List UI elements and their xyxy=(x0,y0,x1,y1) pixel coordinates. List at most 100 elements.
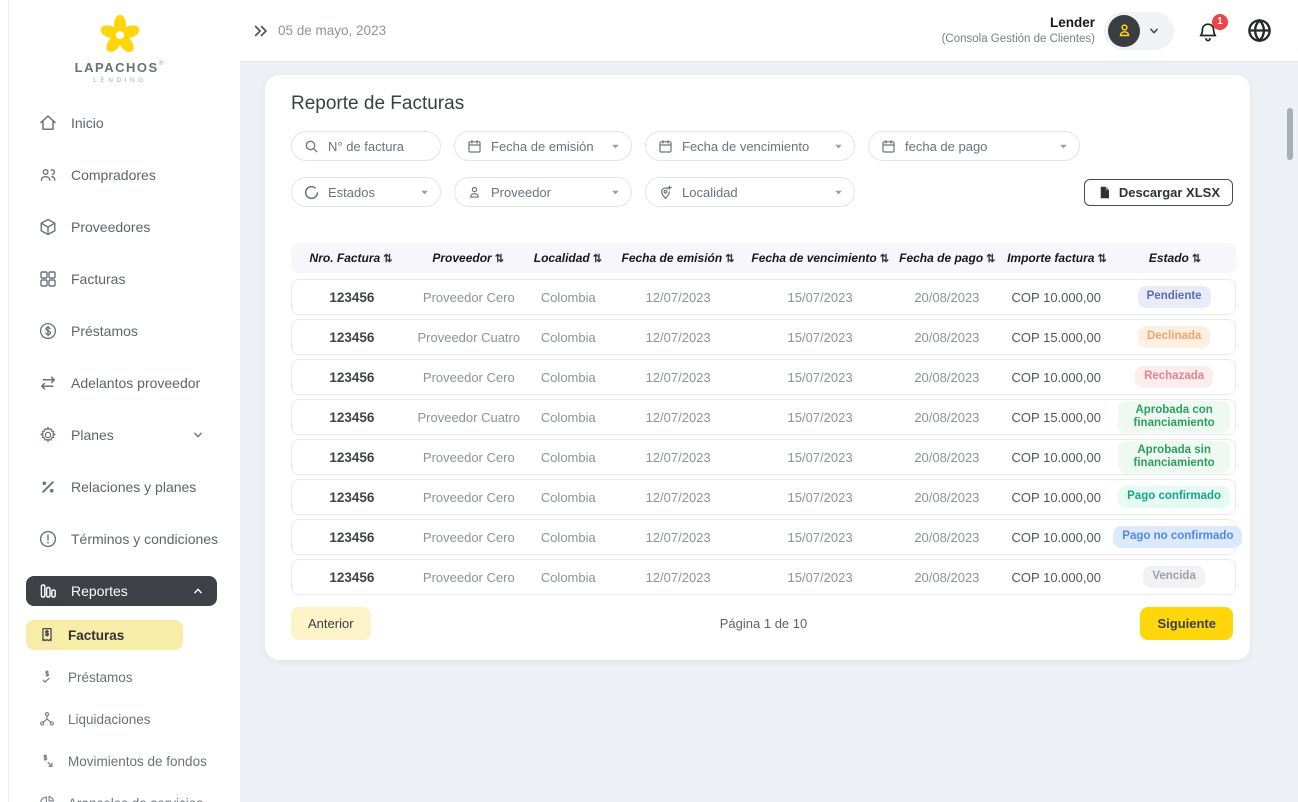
sidebar-subitem-facturas[interactable]: Facturas xyxy=(26,620,183,650)
column-header-estado[interactable]: Estado ⇅ xyxy=(1114,251,1236,265)
buyers-icon xyxy=(38,165,58,185)
table-body: 123456 Proveedor Cero Colombia 12/07/2023 15… xyxy=(291,279,1243,595)
sort-icon[interactable]: ⇅ xyxy=(880,253,889,265)
account-menu-button[interactable] xyxy=(1104,11,1174,50)
filter-estados[interactable]: Estados xyxy=(291,177,441,207)
user-info: Lender (Consola Gestión de Clientes) xyxy=(942,15,1095,46)
table-row[interactable]: 123456 Proveedor Cero Colombia 12/07/2023 15… xyxy=(291,279,1236,315)
sidebar-item-proveedores[interactable]: Proveedores xyxy=(26,212,217,242)
table-row[interactable]: 123456 Proveedor Cuatro Colombia 12/07/2023… xyxy=(291,319,1236,355)
cell-fecha-vencimiento: 15/07/2023 xyxy=(787,329,853,345)
sidebar-item-inicio[interactable]: Inicio xyxy=(26,108,217,138)
previous-page-button[interactable]: Anterior xyxy=(291,607,371,640)
table-row[interactable]: 123456 Proveedor Cero Colombia 12/07/2023 15… xyxy=(291,359,1236,395)
cell-estado: Rechazada xyxy=(1113,366,1235,388)
cell-nro: 123456 xyxy=(329,369,375,385)
gear-icon xyxy=(38,425,58,445)
sidebar-subitem-liquidaciones[interactable]: Liquidaciones xyxy=(26,704,183,734)
filter-n-de-factura[interactable] xyxy=(291,131,441,161)
sidebar-item-prestamos[interactable]: Préstamos xyxy=(26,316,217,346)
avatar xyxy=(1108,14,1140,47)
cell-fecha-emision: 12/07/2023 xyxy=(645,449,711,465)
next-page-button[interactable]: Siguiente xyxy=(1140,607,1233,640)
sidebar-item-adelantos-proveedor[interactable]: Adelantos proveedor xyxy=(26,368,217,398)
cell-localidad: Colombia xyxy=(540,369,596,385)
column-header-nro-factura[interactable]: Nro. Factura ⇅ xyxy=(291,251,411,265)
cell-fecha-pago: 20/08/2023 xyxy=(914,449,980,465)
sidebar-item-compradores[interactable]: Compradores xyxy=(26,160,217,190)
sidebar-subitem-prestamos[interactable]: Préstamos xyxy=(26,662,183,692)
cell-fecha-emision: 12/07/2023 xyxy=(645,569,711,585)
cell-fecha-pago: 20/08/2023 xyxy=(914,369,980,385)
swap-arrows-icon xyxy=(38,373,58,393)
sidebar-item-relaciones-y-planes[interactable]: Relaciones y planes xyxy=(26,472,217,502)
cell-fecha-vencimiento: 15/07/2023 xyxy=(787,569,853,585)
cell-nro: 123456 xyxy=(329,489,375,505)
sidebar-item-reportes[interactable]: Reportes xyxy=(26,576,217,606)
cell-proveedor: Proveedor Cero xyxy=(422,449,515,465)
cell-proveedor: Proveedor Cuatro xyxy=(417,329,521,345)
table-row[interactable]: 123456 Proveedor Cero Colombia 12/07/2023 15… xyxy=(291,479,1236,515)
language-globe-button[interactable] xyxy=(1246,17,1273,44)
cell-nro: 123456 xyxy=(329,329,375,345)
cell-fecha-vencimiento: 15/07/2023 xyxy=(787,489,853,505)
window-edge-line xyxy=(8,0,9,802)
sort-icon[interactable]: ⇅ xyxy=(1097,253,1106,265)
sort-icon[interactable]: ⇅ xyxy=(383,253,392,265)
cell-fecha-pago: 20/08/2023 xyxy=(914,529,980,545)
invoice-report-card: Reporte de Facturas Fecha de emisiónFech… xyxy=(265,75,1250,660)
status-badge: Rechazada xyxy=(1135,366,1214,388)
scrollbar-thumb[interactable] xyxy=(1287,108,1293,160)
filter-fecha-de-pago[interactable]: fecha de pago xyxy=(868,131,1080,161)
column-header-importe-factura[interactable]: Importe factura ⇅ xyxy=(1000,251,1114,265)
sidebar-item-terminos-y-condiciones[interactable]: Términos y condiciones xyxy=(26,524,218,554)
cell-nro: 123456 xyxy=(329,289,375,305)
status-badge: Pago confirmado xyxy=(1118,486,1231,508)
sidebar-item-facturas[interactable]: Facturas xyxy=(26,264,217,294)
sort-icon[interactable]: ⇅ xyxy=(593,253,602,265)
filter-proveedor[interactable]: Proveedor xyxy=(454,177,632,207)
cell-estado: Pendiente xyxy=(1113,286,1235,308)
sort-icon[interactable]: ⇅ xyxy=(1192,253,1201,265)
pie-chart-icon xyxy=(38,794,56,802)
table-row[interactable]: 123456 Proveedor Cuatro Colombia 12/07/2023… xyxy=(291,399,1236,435)
table-row[interactable]: 123456 Proveedor Cero Colombia 12/07/2023 15… xyxy=(291,439,1236,475)
cell-nro: 123456 xyxy=(329,529,375,545)
column-header-fecha-de-emision[interactable]: Fecha de emisión ⇅ xyxy=(610,251,745,265)
app-window: LAPACHOS® LENDING Inicio Compradores Prove… xyxy=(0,0,1298,802)
table-row[interactable]: 123456 Proveedor Cero Colombia 12/07/2023 15… xyxy=(291,559,1236,595)
cell-estado: Aprobada sin financiamiento xyxy=(1113,440,1235,474)
sidebar-subitem-movimientos-de-fondos[interactable]: Movimientos de fondos xyxy=(26,746,207,776)
sidebar-subitem-aranceles-de-servicios[interactable]: Aranceles de servicios xyxy=(26,788,203,802)
sidebar-item-planes[interactable]: Planes xyxy=(26,420,217,450)
column-header-proveedor[interactable]: Proveedor ⇅ xyxy=(411,251,525,265)
cell-fecha-emision: 12/07/2023 xyxy=(645,289,711,305)
sort-icon[interactable]: ⇅ xyxy=(725,253,734,265)
status-badge: Vencida xyxy=(1143,566,1205,588)
filter-fecha-de-vencimiento[interactable]: Fecha de vencimiento xyxy=(645,131,855,161)
sidebar-collapse-icon[interactable] xyxy=(252,22,270,40)
filter-localidad[interactable]: Localidad xyxy=(645,177,855,207)
file-icon xyxy=(1097,185,1112,200)
column-header-fecha-de-vencimiento[interactable]: Fecha de vencimiento ⇅ xyxy=(746,251,895,265)
cell-fecha-pago: 20/08/2023 xyxy=(914,289,980,305)
cell-fecha-vencimiento: 15/07/2023 xyxy=(787,529,853,545)
notifications-button[interactable]: 1 xyxy=(1196,13,1228,45)
filter-fecha-de-emision[interactable]: Fecha de emisión xyxy=(454,131,632,161)
sidebar-subnav-reportes: Facturas Préstamos Liquidaciones Movimiento… xyxy=(0,606,240,802)
status-badge: Aprobada sin financiamiento xyxy=(1118,440,1231,474)
chevron-down-icon xyxy=(1147,24,1161,38)
sort-icon[interactable]: ⇅ xyxy=(495,253,504,265)
topbar-account-area: Lender (Consola Gestión de Clientes) 1 xyxy=(942,11,1273,50)
sort-icon[interactable]: ⇅ xyxy=(986,253,995,265)
column-header-localidad[interactable]: Localidad ⇅ xyxy=(525,251,610,265)
cell-fecha-vencimiento: 15/07/2023 xyxy=(787,409,853,425)
caret-down-icon xyxy=(1058,141,1069,152)
column-header-fecha-de-pago[interactable]: Fecha de pago ⇅ xyxy=(895,251,1000,265)
cube-icon xyxy=(38,217,58,237)
download-xlsx-button[interactable]: Descargar XLSX xyxy=(1083,178,1233,206)
table-row[interactable]: 123456 Proveedor Cero Colombia 12/07/2023 15… xyxy=(291,519,1243,555)
content-area: Reporte de Facturas Fecha de emisiónFech… xyxy=(240,62,1298,802)
cell-importe: COP 10.000,00 xyxy=(1011,569,1101,585)
invoice-number-input[interactable] xyxy=(328,138,430,154)
